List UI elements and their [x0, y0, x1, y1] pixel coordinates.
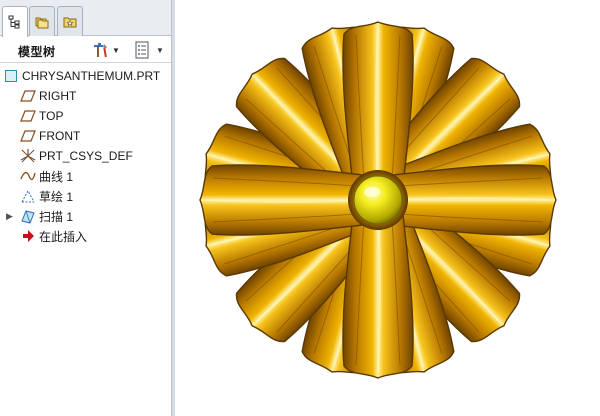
settings-dropdown-button[interactable]: ▼ — [92, 40, 120, 60]
tree-item-label: CHRYSANTHEMUM.PRT — [22, 69, 161, 83]
chevron-down-icon: ▼ — [112, 45, 120, 55]
tree-item-csys[interactable]: PRT_CSYS_DEF — [20, 146, 133, 166]
tree-item-label: 在此插入 — [39, 229, 88, 244]
sketch-icon — [20, 188, 36, 204]
navigator-tabs — [0, 0, 171, 37]
tree-item-label: PRT_CSYS_DEF — [39, 149, 133, 163]
list-settings-icon — [135, 41, 149, 59]
navigator-panel: 模型树 ▼ ▼ CHRYSANTHEMUM.PRT RIGHT TOP FRON… — [0, 0, 173, 416]
expand-arrow-icon[interactable]: ▶ — [6, 211, 20, 222]
tools-icon — [94, 43, 107, 58]
model-tree-icon — [8, 15, 20, 29]
show-dropdown-button[interactable]: ▼ — [134, 40, 164, 60]
tree-item-label: FRONT — [39, 129, 81, 143]
folder-browser-icon — [35, 17, 49, 28]
model-tree-title: 模型树 — [18, 45, 56, 59]
insert-here-arrow-icon — [20, 228, 36, 244]
tree-item-label: 扫描 1 — [39, 209, 74, 224]
tree-item-sketch[interactable]: 草绘 1 — [20, 186, 73, 206]
datum-plane-icon — [20, 108, 36, 124]
tree-item-top[interactable]: TOP — [20, 106, 63, 126]
tree-item-label: 草绘 1 — [39, 189, 74, 204]
favorites-icon — [63, 17, 77, 27]
coordinate-system-icon — [20, 148, 36, 164]
datum-plane-icon — [20, 88, 36, 104]
tab-folder-browser[interactable] — [29, 6, 55, 36]
tree-item-label: TOP — [39, 109, 64, 123]
part-icon — [3, 68, 19, 84]
tab-model-tree[interactable] — [2, 6, 28, 37]
tree-item-label: RIGHT — [39, 89, 77, 103]
tree-item-right[interactable]: RIGHT — [20, 86, 76, 106]
tree-item-root[interactable]: CHRYSANTHEMUM.PRT — [3, 66, 160, 86]
chrysanthemum-flower-model[interactable] — [175, 0, 600, 416]
graphics-viewport[interactable] — [175, 0, 600, 416]
sweep-icon — [20, 208, 36, 224]
chevron-down-icon: ▼ — [156, 45, 164, 55]
tree-item-curve[interactable]: 曲线 1 — [20, 166, 73, 186]
datum-plane-icon — [20, 128, 36, 144]
curve-icon — [20, 168, 36, 184]
tree-item-sweep[interactable]: ▶ 扫描 1 — [6, 206, 73, 226]
tree-item-label: 曲线 1 — [39, 169, 74, 184]
tab-favorites[interactable] — [57, 6, 83, 36]
tree-item-insert-here[interactable]: 在此插入 — [20, 226, 87, 246]
tree-item-front[interactable]: FRONT — [20, 126, 80, 146]
model-tree-toolbar: 模型树 ▼ ▼ — [0, 37, 171, 63]
